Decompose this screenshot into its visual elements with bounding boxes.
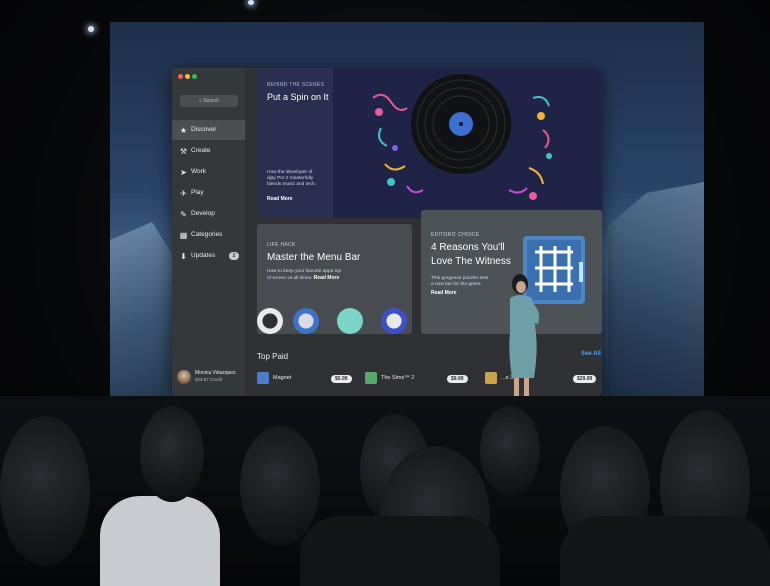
audience-member	[100, 496, 220, 586]
sidebar-item-label: Updates	[191, 252, 216, 259]
price-button[interactable]: $0.99	[331, 375, 352, 383]
app-name: Magnet	[273, 375, 292, 381]
hero-card-description: How the developer of djay Pro 2 masterfu…	[267, 170, 316, 188]
hammer-icon: ⚒	[179, 147, 188, 156]
witness-card-desc-line: a new bar for the genre.	[431, 282, 482, 287]
price-button[interactable]: $29.99	[573, 375, 597, 383]
game-app-icon	[485, 372, 497, 384]
price-button[interactable]: $9.99	[447, 375, 468, 383]
paper-plane-icon: ➤	[180, 168, 187, 177]
rocket-icon: ✈	[180, 189, 187, 198]
grid-icon: ▦	[179, 231, 188, 240]
audience-member	[560, 516, 770, 586]
teal-app-icon	[337, 308, 363, 334]
top-paid-heading: Top Paid	[257, 352, 289, 361]
hero-card-title: Put a Spin on It	[267, 92, 329, 102]
audience-member-head	[240, 426, 320, 546]
sidebar-item-updates[interactable]: ⬇ Updates 2	[172, 246, 245, 266]
search-placeholder: Search	[203, 98, 220, 104]
ceiling-light	[248, 0, 254, 5]
sidebar-item-categories[interactable]: ▦ Categories	[172, 225, 245, 245]
minimize-window-button[interactable]	[185, 74, 190, 79]
audience-member-head	[140, 406, 204, 502]
magnet-app-icon	[257, 372, 269, 384]
search-input[interactable]: ⌕ Search	[180, 95, 238, 107]
audience-member-head	[0, 416, 90, 566]
close-window-button[interactable]	[178, 74, 183, 79]
menu-bar-card-desc-text: of screen at all times.	[267, 276, 313, 281]
vinyl-record-illustration	[333, 68, 602, 218]
ceiling-light	[88, 26, 94, 32]
audience	[0, 396, 770, 586]
audience-member-head	[480, 406, 540, 496]
witness-card-title: 4 Reasons You'll	[431, 242, 505, 253]
sidebar-item-discover[interactable]: ★ Discover	[172, 120, 245, 140]
sidebar-item-work[interactable]: ➤ Work	[172, 162, 245, 182]
avatar	[177, 370, 191, 384]
sidebar-item-label: Work	[191, 168, 207, 175]
gauge-app-icon	[257, 308, 283, 334]
menu-bar-card-description: How to keep your favorite apps top of sc…	[267, 269, 341, 282]
hero-card-text-panel: BEHIND THE SCENES Put a Spin on It How t…	[257, 68, 333, 218]
updates-count-badge: 2	[229, 252, 239, 260]
wrench-icon: ✎	[180, 210, 187, 219]
hero-card-read-more-link[interactable]: Read More	[267, 196, 293, 202]
hero-card-kicker: BEHIND THE SCENES	[267, 82, 325, 88]
keynote-stage: ⌕ Search ★ Discover ⚒ Create ➤ Work ✈ Pl…	[0, 0, 770, 586]
audience-member	[300, 516, 500, 586]
witness-card-description: This gorgeous puzzler sets a new bar for…	[431, 276, 488, 288]
sidebar-item-label: Play	[191, 189, 204, 196]
witness-card-kicker: EDITORS' CHOICE	[431, 232, 480, 238]
app-name: The Sims™ 2	[381, 375, 415, 381]
witness-card-title: Love The Witness	[431, 256, 511, 267]
desert-dune-right	[608, 182, 704, 398]
sidebar-item-label: Categories	[191, 231, 223, 238]
download-icon: ⬇	[180, 252, 187, 261]
star-icon: ★	[179, 126, 188, 135]
sidebar: ⌕ Search ★ Discover ⚒ Create ➤ Work ✈ Pl…	[172, 68, 245, 396]
sidebar-item-label: Develop	[191, 210, 215, 217]
desert-dune-left	[110, 222, 180, 398]
see-all-link[interactable]: See All	[581, 351, 601, 357]
zoom-window-button[interactable]	[192, 74, 197, 79]
menu-bar-card-kicker: LIFE HACK	[267, 242, 296, 248]
sidebar-item-label: Create	[191, 147, 211, 154]
the-sims-app-icon	[365, 372, 377, 384]
menu-bar-card-read-more-link[interactable]: Read More	[314, 275, 340, 281]
sidebar-item-develop[interactable]: ✎ Develop	[172, 204, 245, 224]
sidebar-item-create[interactable]: ⚒ Create	[172, 141, 245, 161]
witness-card-read-more-link[interactable]: Read More	[431, 290, 457, 296]
menu-bar-card[interactable]: LIFE HACK Master the Menu Bar How to kee…	[257, 224, 412, 334]
projection-screen: ⌕ Search ★ Discover ⚒ Create ➤ Work ✈ Pl…	[110, 22, 704, 398]
menu-bar-card-title: Master the Menu Bar	[267, 252, 361, 263]
menu-bar-card-desc-line: of screen at all times. Read More	[267, 275, 341, 282]
account-name: Monica Velazquez	[195, 370, 236, 376]
vinyl-record-art	[372, 74, 552, 200]
account-credit: $29.87 Credit	[195, 377, 223, 382]
scale-app-icon	[293, 308, 319, 334]
blue-app-icon	[381, 308, 407, 334]
account-profile[interactable]: Monica Velazquez $29.87 Credit	[177, 368, 243, 390]
sidebar-item-label: Discover	[191, 126, 217, 133]
hero-card-desc-line: blends music and tech.	[267, 182, 317, 187]
hero-card-put-a-spin-on-it[interactable]: BEHIND THE SCENES Put a Spin on It How t…	[257, 68, 602, 218]
sidebar-item-play[interactable]: ✈ Play	[172, 183, 245, 203]
